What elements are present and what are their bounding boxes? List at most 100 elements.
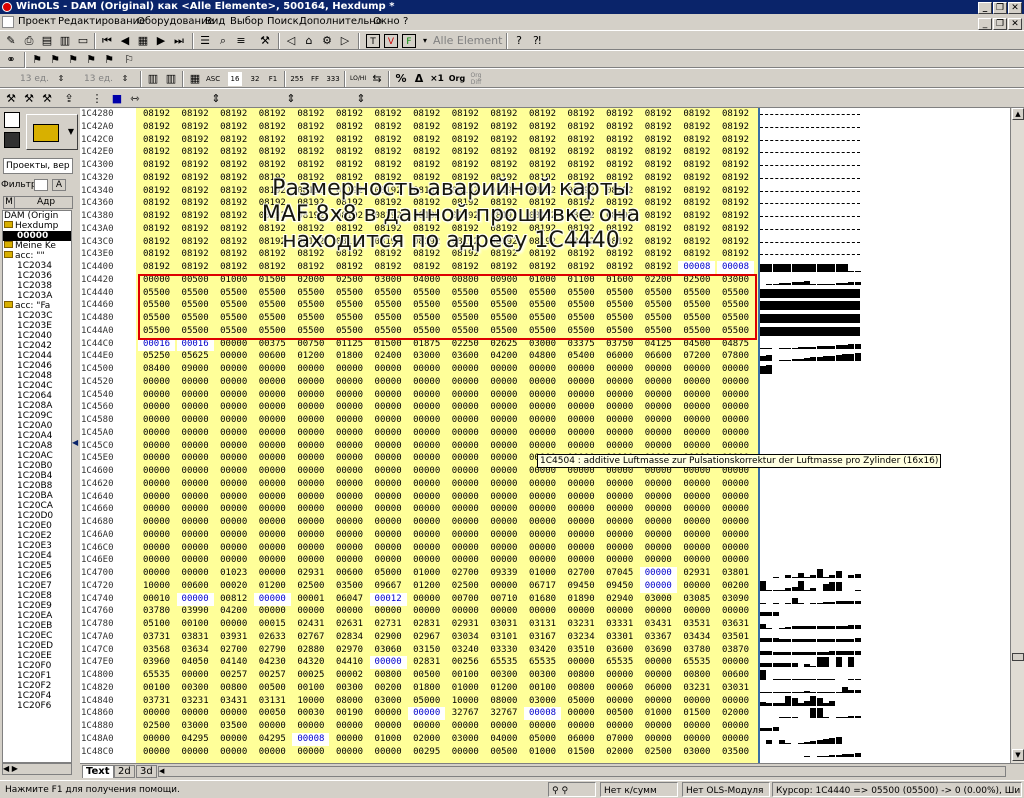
hex-cell[interactable]: 03600 [601,644,638,657]
hex-cell[interactable]: 08192 [563,261,600,274]
hex-cell[interactable]: 08192 [138,261,175,274]
hex-cell[interactable]: 01000 [524,567,561,580]
hex-cell[interactable]: 00000 [563,478,600,491]
hex-cell[interactable]: 09000 [177,363,214,376]
hex-cell[interactable]: 03367 [640,631,677,644]
tree-node[interactable]: 1C20A4 [3,431,71,441]
hex-cell[interactable]: 03060 [370,644,407,657]
tree-node[interactable]: 1C2036 [3,271,71,281]
hex-cell[interactable]: 00000 [563,529,600,542]
hex-cell[interactable]: 00000 [678,363,715,376]
hex-cell[interactable]: 08192 [254,261,291,274]
hex-cell[interactable]: 00000 [138,401,175,414]
tree-node[interactable]: 1C20E3 [3,541,71,551]
hex-cell[interactable]: 00000 [177,440,214,453]
hex-cell[interactable]: 00000 [717,516,754,529]
hex-cell[interactable]: 00000 [640,542,677,555]
hex-cell[interactable]: 03234 [563,631,600,644]
hex-cell[interactable]: 00000 [215,363,252,376]
hex-cell[interactable]: 08192 [138,121,175,134]
hex-cell[interactable]: 01000 [640,707,677,720]
hex-cell[interactable]: 32767 [447,707,484,720]
flag5-icon[interactable]: ⚑ [102,53,116,67]
hex-cell[interactable]: 08192 [370,108,407,121]
hex-cell[interactable]: 00000 [485,516,522,529]
hex-cell[interactable]: 08192 [563,121,600,134]
flag2-icon[interactable]: ⚑ [48,53,62,67]
hex-cell[interactable]: 03501 [717,631,754,644]
hex-cell[interactable]: 00000 [447,452,484,465]
hex-cell[interactable]: 02000 [408,733,445,746]
org-diff-button[interactable]: Org Diff [468,72,484,86]
hex-cell[interactable]: 08192 [331,134,368,147]
hex-cell[interactable]: 08192 [292,121,329,134]
hex-cell[interactable]: 03931 [215,631,252,644]
tree-node[interactable]: 1C20EC [3,631,71,641]
hex-cell[interactable]: 00300 [177,682,214,695]
hex-cell[interactable]: 02431 [292,618,329,631]
home-icon[interactable]: ⌂ [302,34,316,48]
hex-cell[interactable]: 00000 [215,350,252,363]
hex-cell[interactable]: 00812 [215,593,252,606]
hex-cell[interactable]: 00000 [447,605,484,618]
hex-cell[interactable]: 08192 [292,146,329,159]
hex-cell[interactable]: 08192 [177,159,214,172]
hex-cell[interactable]: 03631 [717,618,754,631]
cols-icon[interactable]: ▥ [146,72,160,86]
hex-cell[interactable]: 02967 [408,631,445,644]
hex-cell[interactable]: 00300 [485,669,522,682]
hex-cell[interactable]: 65535 [138,669,175,682]
hex-cell[interactable]: 00000 [254,465,291,478]
hex-cell[interactable]: 03000 [370,695,407,708]
find-icon[interactable]: ⌕ [216,34,230,48]
hex-cell[interactable]: 00000 [292,516,329,529]
hex-cell[interactable]: 00000 [640,656,677,669]
hex-cell[interactable]: 07200 [678,350,715,363]
hex-cell[interactable]: 00000 [601,669,638,682]
hex-cell[interactable]: 03780 [138,605,175,618]
prev-icon[interactable]: ◀ [118,34,132,48]
hex-cell[interactable]: 00000 [485,452,522,465]
tree-node[interactable]: acc: "" [3,251,71,261]
hex-cell[interactable]: 00000 [331,554,368,567]
hex-cell[interactable]: 00000 [447,529,484,542]
hex-cell[interactable]: 00500 [254,682,291,695]
tree-node[interactable]: 1C2034 [3,261,71,271]
disk-icon[interactable]: ▤ [40,34,54,48]
hex-cell[interactable]: 00000 [524,720,561,733]
hex-cell[interactable]: 00000 [292,720,329,733]
hex-cell[interactable]: 03101 [485,631,522,644]
hex-cell[interactable]: 08192 [563,146,600,159]
hex-cell[interactable]: 00000 [138,746,175,759]
hex-cell[interactable]: 00000 [640,414,677,427]
alle-elemente-label[interactable]: Alle Element [433,34,502,48]
hex-cell[interactable]: 02633 [254,631,291,644]
hex-cell[interactable]: 00000 [563,491,600,504]
hex-button[interactable]: FF [308,72,322,86]
hex-cell[interactable]: 00000 [177,503,214,516]
hex-cell[interactable]: 00000 [485,503,522,516]
hex-cell[interactable]: 08192 [485,146,522,159]
hex-cell[interactable]: 00000 [563,542,600,555]
hex-cell[interactable]: 08192 [177,108,214,121]
hex-cell[interactable]: 00000 [331,529,368,542]
hex-cell[interactable]: 00000 [177,478,214,491]
hex-cell[interactable]: 00000 [717,491,754,504]
hex-cell[interactable]: 00000 [331,720,368,733]
hex-cell[interactable]: 03960 [138,656,175,669]
hex-cell[interactable]: 08192 [640,146,677,159]
hex-cell[interactable]: 00190 [331,707,368,720]
hex-cell[interactable]: 00000 [177,389,214,402]
hex-cell[interactable]: 00000 [485,465,522,478]
hex-cell[interactable]: 00000 [447,440,484,453]
hex-cell[interactable]: 00000 [678,478,715,491]
hex-cell[interactable]: 10000 [292,695,329,708]
hex-cell[interactable]: 02700 [563,567,600,580]
hex-cell[interactable]: 00000 [485,363,522,376]
hex-cell[interactable]: 00800 [563,669,600,682]
hex-cell[interactable]: 00000 [408,427,445,440]
hex-cell[interactable]: 00000 [563,707,600,720]
hex-cell[interactable]: 00000 [292,554,329,567]
hex-cell[interactable]: 00000 [215,452,252,465]
hex-cell[interactable]: 01200 [408,580,445,593]
